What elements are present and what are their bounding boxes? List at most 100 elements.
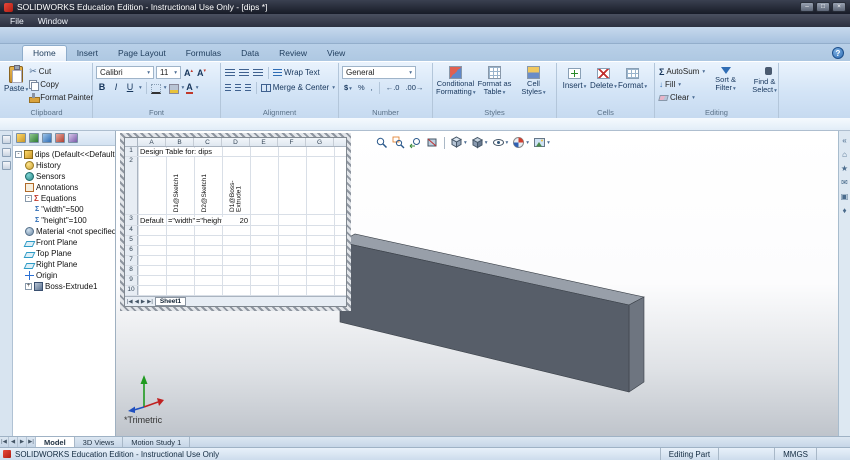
dimension-header-cell[interactable]: D1@Boss-Extrude1 xyxy=(229,157,243,212)
group-label-cells[interactable]: Cells xyxy=(557,108,654,117)
menu-window[interactable]: Window xyxy=(31,16,75,26)
borders-icon[interactable] xyxy=(150,83,161,94)
row-header[interactable]: 6 xyxy=(125,246,138,255)
increase-decimal-button[interactable]: ←.0 xyxy=(384,82,402,94)
tree-item-boss-extrude[interactable]: + Boss-Extrude1 xyxy=(15,281,115,292)
tab-model[interactable]: Model xyxy=(36,436,75,448)
copy-button[interactable]: Copy xyxy=(28,78,94,91)
font-size-select[interactable]: 11 ▾ xyxy=(156,66,181,79)
group-label-alignment[interactable]: Alignment xyxy=(221,108,338,117)
section-view-button[interactable] xyxy=(425,135,440,150)
tree-item-annotations[interactable]: Annotations xyxy=(15,182,115,193)
value-cell[interactable]: ="width" xyxy=(168,217,196,225)
expand-toggle[interactable]: - xyxy=(25,195,32,202)
sort-filter-button[interactable]: Sort & Filter▾ xyxy=(706,65,745,104)
tab-formulas[interactable]: Formulas xyxy=(176,46,231,61)
sheet-nav-last[interactable]: ▶| xyxy=(147,299,153,305)
sheet-row[interactable]: 7 xyxy=(125,256,346,266)
column-header[interactable]: B xyxy=(166,138,194,146)
format-as-table-button[interactable]: Format as Table▾ xyxy=(475,65,514,97)
solidworks-resources-icon[interactable]: ⌂ xyxy=(839,150,850,159)
font-family-select[interactable]: Calibri ▾ xyxy=(96,66,154,79)
sheet-row[interactable]: 10 xyxy=(125,286,346,296)
sheet-row[interactable]: 9 xyxy=(125,276,346,286)
format-cells-button[interactable]: Format▾ xyxy=(618,65,647,90)
tab-view[interactable]: View xyxy=(317,46,355,61)
align-center-icon[interactable] xyxy=(235,83,241,92)
configurationmanager-tab-icon[interactable] xyxy=(42,133,52,143)
tab-page-layout[interactable]: Page Layout xyxy=(108,46,176,61)
help-icon[interactable]: ? xyxy=(832,47,844,59)
align-top-icon[interactable] xyxy=(225,68,235,77)
bold-button[interactable]: B xyxy=(96,81,108,94)
sheet-row[interactable]: 2 D1@Sketch1 D2@Sketch1 D1@Boss-Extrude1 xyxy=(125,157,346,215)
expand-toggle[interactable]: + xyxy=(25,283,32,290)
custom-properties-icon[interactable]: ♦ xyxy=(839,206,850,215)
hide-show-items-button[interactable]: ▾ xyxy=(491,135,510,150)
units-status[interactable]: MMGS xyxy=(774,447,816,460)
column-header[interactable]: E xyxy=(250,138,278,146)
zoom-area-button[interactable] xyxy=(391,135,406,150)
tree-item-equation-height[interactable]: Σ "height"=100 xyxy=(15,215,115,226)
shrink-font-button[interactable]: A▾ xyxy=(196,68,207,78)
find-select-button[interactable]: Find & Select▾ xyxy=(745,65,784,104)
tree-item-equations[interactable]: - Σ Equations xyxy=(15,193,115,204)
sheet-tab[interactable]: Sheet1 xyxy=(154,297,187,306)
row-header[interactable]: 10 xyxy=(125,286,138,295)
row-header[interactable]: 3 xyxy=(125,215,138,225)
group-label-editing[interactable]: Editing xyxy=(655,108,778,117)
align-right-icon[interactable] xyxy=(245,83,251,92)
row-header[interactable]: 1 xyxy=(125,147,138,156)
expand-toggle[interactable]: - xyxy=(15,151,22,158)
insert-cells-button[interactable]: Insert▾ xyxy=(560,65,589,90)
column-header[interactable]: F xyxy=(278,138,306,146)
edit-appearance-button[interactable]: ▾ xyxy=(511,135,530,150)
tree-root[interactable]: - dips (Default<<Default>_D xyxy=(15,149,115,160)
maximize-button[interactable]: □ xyxy=(816,2,830,12)
formula-bar[interactable] xyxy=(0,118,850,131)
clear-button[interactable]: Clear ▾ xyxy=(658,91,706,104)
tree-item-origin[interactable]: Origin xyxy=(15,270,115,281)
align-middle-icon[interactable] xyxy=(239,68,249,77)
tree-item-material[interactable]: Material <not specified> xyxy=(15,226,115,237)
conditional-formatting-button[interactable]: Conditional Formatting▾ xyxy=(436,65,476,97)
column-header[interactable]: D xyxy=(222,138,250,146)
apply-scene-button[interactable]: ▾ xyxy=(532,135,551,150)
group-label-clipboard[interactable]: Clipboard xyxy=(1,108,92,117)
wrap-text-button[interactable]: Wrap Text xyxy=(273,68,320,77)
appearances-icon[interactable]: ▣ xyxy=(839,192,850,201)
underline-button[interactable]: U xyxy=(124,81,136,94)
sheet-row[interactable]: 1 Design Table for: dips xyxy=(125,147,346,157)
sheet-row[interactable]: 8 xyxy=(125,266,346,276)
tree-item-front-plane[interactable]: Front Plane xyxy=(15,237,115,248)
font-color-button[interactable]: A xyxy=(186,82,193,94)
previous-view-button[interactable] xyxy=(408,135,423,150)
value-cell[interactable]: 20 xyxy=(222,217,248,225)
currency-button[interactable]: $▾ xyxy=(342,82,354,94)
row-header[interactable]: 4 xyxy=(125,226,138,235)
featuremanager-tab-icon[interactable] xyxy=(16,133,26,143)
decrease-decimal-button[interactable]: .00→ xyxy=(403,82,425,94)
tab-insert[interactable]: Insert xyxy=(67,46,108,61)
tree-item-sensors[interactable]: Sensors xyxy=(15,171,115,182)
tab-3d-views[interactable]: 3D Views xyxy=(75,436,124,448)
left-strip-icon[interactable] xyxy=(1,148,11,157)
design-table-spreadsheet[interactable]: A B C D E F G 1 Design Table for: dips 2… xyxy=(124,137,347,307)
row-header[interactable]: 7 xyxy=(125,256,138,265)
menu-file[interactable]: File xyxy=(3,16,31,26)
tree-item-right-plane[interactable]: Right Plane xyxy=(15,259,115,270)
column-header[interactable]: C xyxy=(194,138,222,146)
dimension-header-cell[interactable]: D1@Sketch1 xyxy=(173,174,181,212)
grow-font-button[interactable]: A▴ xyxy=(183,68,194,78)
tree-item-equation-width[interactable]: Σ "width"=500 xyxy=(15,204,115,215)
row-header[interactable]: 8 xyxy=(125,266,138,275)
tree-item-history[interactable]: History xyxy=(15,160,115,171)
left-strip-icon[interactable] xyxy=(1,135,11,144)
percent-button[interactable]: % xyxy=(356,82,367,94)
row-header[interactable]: 5 xyxy=(125,236,138,245)
sheet-row[interactable]: 6 xyxy=(125,246,346,256)
view-orientation-button[interactable]: ▾ xyxy=(449,135,468,150)
tab-review[interactable]: Review xyxy=(269,46,317,61)
displaymanager-tab-icon[interactable] xyxy=(68,133,78,143)
row-header[interactable]: 9 xyxy=(125,276,138,285)
